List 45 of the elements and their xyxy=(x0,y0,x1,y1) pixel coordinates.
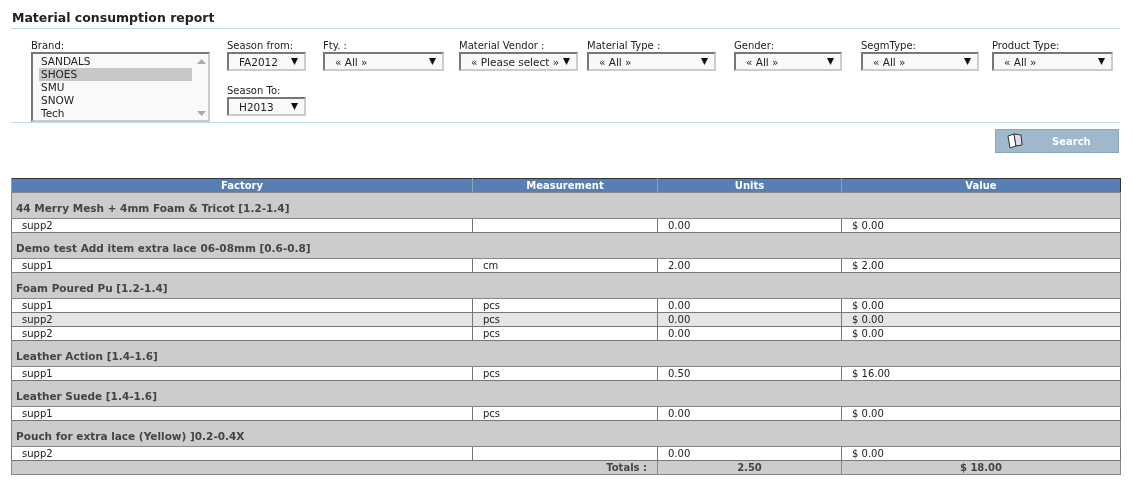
dropdown-caret-icon xyxy=(701,58,708,65)
field-label: Fty. : xyxy=(323,40,348,51)
dropdown-caret-icon xyxy=(291,103,298,110)
column-header: Units xyxy=(657,178,842,193)
brand-listbox[interactable]: SANDALS SHOES SMU SNOW Tech xyxy=(31,52,210,122)
list-item[interactable]: SMU xyxy=(39,81,192,94)
list-item[interactable]: SHOES xyxy=(39,68,192,81)
filter-select[interactable]: « All » xyxy=(992,52,1113,71)
field-label: Season from: xyxy=(227,40,295,51)
season-from-select[interactable]: FA2012 xyxy=(227,52,306,71)
list-item[interactable]: SANDALS xyxy=(39,55,192,68)
field-label: Material Vendor : xyxy=(459,40,546,51)
dropdown-caret-icon xyxy=(827,58,834,65)
group-header: Pouch for extra lace (Yellow) ]0.2-0.4X xyxy=(11,420,1121,447)
dropdown-caret-icon xyxy=(563,58,570,65)
filter-select[interactable]: « All » xyxy=(734,52,842,71)
group-header: Leather Action [1.4-1.6] xyxy=(11,340,1121,367)
column-header: Value xyxy=(841,178,1121,193)
page-title: Material consumption report xyxy=(11,8,1120,29)
field-label: Season To: xyxy=(227,85,282,96)
document-icon xyxy=(1006,133,1024,149)
column-header: Factory xyxy=(11,178,473,193)
filter-select[interactable]: « All » xyxy=(861,52,979,71)
dropdown-caret-icon xyxy=(964,58,971,65)
field-label: Brand: xyxy=(31,40,66,51)
filter-select[interactable]: « Please select » xyxy=(459,52,578,71)
filter-select[interactable]: « All » xyxy=(323,52,444,71)
group-header: Demo test Add item extra lace 06-08mm [0.6-0.8] xyxy=(11,232,1121,259)
column-header: Measurement xyxy=(472,178,658,193)
scroll-down-icon[interactable] xyxy=(196,111,206,116)
dropdown-caret-icon xyxy=(1098,58,1105,65)
scroll-up-icon[interactable] xyxy=(196,59,206,64)
field-label: Material Type : xyxy=(587,40,662,51)
group-header: Leather Suede [1.4-1.6] xyxy=(11,380,1121,407)
dropdown-caret-icon xyxy=(429,58,436,65)
season-to-select[interactable]: H2013 xyxy=(227,97,306,116)
dropdown-caret-icon xyxy=(291,58,298,65)
list-item[interactable]: Tech xyxy=(39,107,192,120)
field-label: SegmType: xyxy=(861,40,917,51)
field-label: Gender: xyxy=(734,40,776,51)
field-label: Product Type: xyxy=(992,40,1061,51)
group-header: 44 Merry Mesh + 4mm Foam & Tricot [1.2-1.4] xyxy=(11,192,1121,219)
group-header: Foam Poured Pu [1.2-1.4] xyxy=(11,272,1121,299)
filter-select[interactable]: « All » xyxy=(587,52,716,71)
list-item[interactable]: SNOW xyxy=(39,94,192,107)
